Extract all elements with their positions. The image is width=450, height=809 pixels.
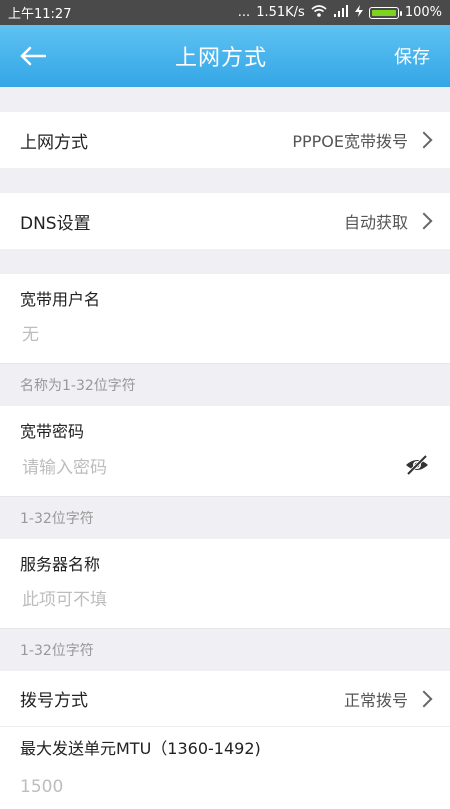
- mtu-input[interactable]: 1500: [20, 759, 430, 797]
- password-placeholder: 请输入密码: [22, 457, 107, 478]
- wifi-icon: [311, 4, 327, 21]
- dial-method-value: 正常拨号: [343, 690, 408, 710]
- status-bar: 上午11:27 ... 1.51K/s 100%: [0, 0, 450, 25]
- server-label: 服务器名称: [20, 555, 101, 574]
- server-input[interactable]: 此项可不填: [20, 575, 430, 628]
- chevron-right-icon: [415, 690, 433, 707]
- password-field: 宽带密码 请输入密码: [0, 406, 450, 497]
- username-label: 宽带用户名: [20, 290, 101, 309]
- connection-type-row[interactable]: 上网方式 PPPOE宽带拨号: [0, 112, 450, 168]
- chevron-right-icon: [415, 131, 433, 149]
- password-hint: 1-32位字符: [0, 497, 450, 539]
- eye-hidden-icon[interactable]: [404, 452, 430, 478]
- battery-icon: [368, 6, 402, 19]
- password-label: 宽带密码: [20, 422, 85, 441]
- username-value: 无: [22, 325, 39, 345]
- password-input[interactable]: 请输入密码: [20, 442, 430, 496]
- mtu-label: 最大发送单元MTU（1360-1492): [20, 739, 261, 758]
- chevron-right-icon: [415, 212, 433, 230]
- back-arrow-icon: [20, 46, 46, 66]
- status-time: 上午11:27: [8, 7, 72, 22]
- server-placeholder: 此项可不填: [22, 590, 107, 610]
- dial-method-row[interactable]: 拨号方式 正常拨号: [0, 671, 450, 727]
- network-speed: 1.51K/s: [256, 5, 305, 20]
- dns-value: 自动获取: [343, 213, 408, 232]
- back-button[interactable]: [20, 42, 48, 70]
- signal-icon: [333, 4, 349, 21]
- app-header: 上网方式 保存: [0, 25, 450, 87]
- battery-percent: 100%: [404, 5, 442, 20]
- username-field: 宽带用户名 无: [0, 274, 450, 364]
- dns-settings-row[interactable]: DNS设置 自动获取: [0, 193, 450, 249]
- status-right: ... 1.51K/s 100%: [237, 4, 442, 21]
- username-hint: 名称为1-32位字符: [0, 364, 450, 406]
- dns-label: DNS设置: [20, 213, 91, 234]
- username-input[interactable]: 无: [20, 310, 430, 363]
- charging-icon: [354, 4, 363, 21]
- save-button[interactable]: 保存: [394, 43, 430, 69]
- dial-method-label: 拨号方式: [20, 691, 88, 711]
- mtu-value: 1500: [20, 777, 64, 797]
- page-title: 上网方式: [174, 46, 267, 71]
- connection-type-value: PPPOE宽带拨号: [292, 132, 408, 151]
- connection-type-label: 上网方式: [20, 132, 88, 153]
- mtu-field: 最大发送单元MTU（1360-1492) 1500: [0, 727, 450, 809]
- server-field: 服务器名称 此项可不填: [0, 539, 450, 629]
- status-dots: ...: [237, 5, 251, 20]
- server-hint: 1-32位字符: [0, 629, 450, 671]
